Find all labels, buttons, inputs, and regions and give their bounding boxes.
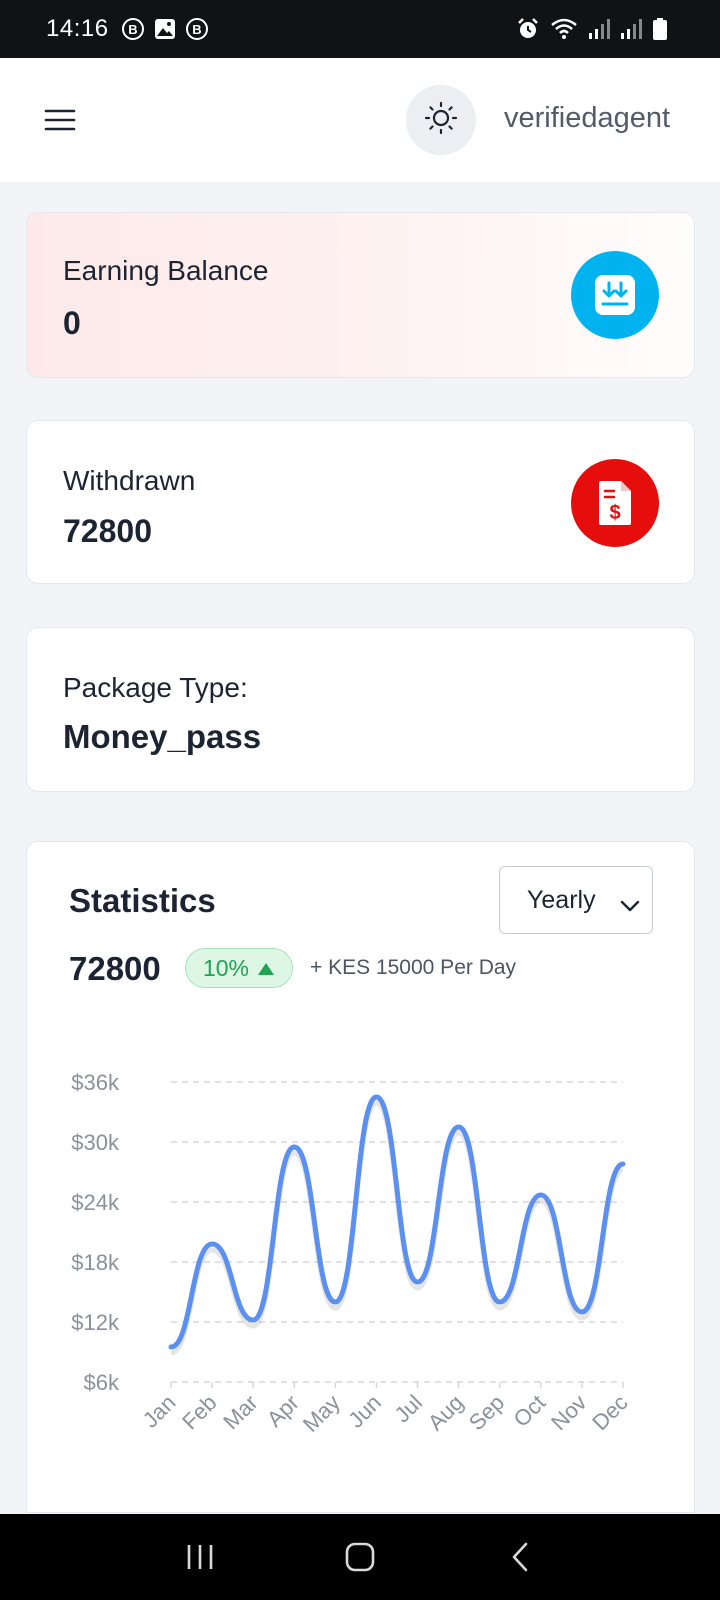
data-point [415, 1279, 421, 1285]
withdrawn-card: Withdrawn 72800 $ [26, 420, 695, 584]
svg-text:$: $ [609, 502, 620, 524]
x-tick-label: Jun [343, 1390, 386, 1433]
x-tick-label: Feb [177, 1390, 221, 1434]
x-tick-label: Jan [138, 1390, 181, 1433]
y-tick-label: $12k [71, 1310, 120, 1335]
battery-icon [652, 17, 668, 41]
alarm-icon [516, 17, 540, 41]
data-point [373, 1094, 379, 1100]
b-badge-icon: B [121, 17, 145, 41]
package-type-card: Package Type: Money_pass [26, 627, 695, 792]
status-time: 14:16 [46, 15, 109, 42]
x-tick-label: Dec [587, 1390, 632, 1435]
withdrawn-label: Withdrawn [63, 465, 196, 496]
signal-icon [588, 17, 610, 41]
data-point [291, 1144, 297, 1150]
y-tick-label: $36k [71, 1070, 120, 1095]
earning-balance-value: 0 [63, 305, 81, 341]
y-tick-label: $18k [71, 1250, 120, 1275]
sun-icon [424, 101, 458, 140]
app-header: verifiedagent [0, 58, 720, 182]
y-tick-label: $24k [71, 1190, 120, 1215]
system-nav-bar [0, 1514, 720, 1600]
data-point [456, 1124, 462, 1130]
recent-apps-icon[interactable] [170, 1527, 230, 1587]
data-point [168, 1344, 174, 1350]
menu-icon[interactable] [44, 105, 76, 135]
username[interactable]: verifiedagent [504, 102, 670, 135]
data-point [250, 1317, 256, 1323]
status-bar: 14:16 B B [0, 0, 720, 58]
x-tick-label: Nov [546, 1390, 591, 1435]
package-type-label: Package Type: [63, 672, 248, 703]
gallery-icon [153, 17, 177, 41]
x-tick-label: Sep [464, 1390, 509, 1435]
home-icon[interactable] [330, 1527, 390, 1587]
statistics-chart: $6k$12k$18k$24k$30k$36kJanFebMar AprMayJu… [71, 1070, 632, 1437]
wifi-icon [550, 17, 578, 41]
svg-text:B: B [192, 22, 201, 37]
data-point [538, 1192, 544, 1198]
y-tick-label: $30k [71, 1130, 120, 1155]
data-point [497, 1299, 503, 1305]
x-tick-label: Mar [218, 1390, 262, 1434]
signal-icon [620, 17, 642, 41]
x-tick-label: Aug [423, 1390, 468, 1435]
data-point [209, 1241, 215, 1247]
x-tick-label: Apr [262, 1390, 304, 1432]
b-badge-icon: B [185, 17, 209, 41]
theme-toggle-button[interactable] [406, 85, 476, 155]
withdrawn-value: 72800 [63, 513, 152, 549]
x-tick-label: Jul [390, 1390, 428, 1428]
data-point [332, 1299, 338, 1305]
package-type-value: Money_pass [63, 718, 262, 755]
x-tick-label: May [298, 1390, 345, 1437]
back-icon[interactable] [490, 1527, 550, 1587]
earning-balance-label: Earning Balance [63, 255, 269, 286]
earning-balance-card: Earning Balance 0 [26, 212, 695, 378]
y-tick-label: $6k [84, 1370, 120, 1395]
x-tick-label: Oct [508, 1390, 550, 1432]
data-point [579, 1309, 585, 1315]
statistics-card: Statistics Yearly 72800 10% + KES 15000 … [26, 841, 695, 1513]
download-icon [571, 251, 659, 339]
svg-text:B: B [128, 22, 137, 37]
data-point [620, 1161, 626, 1167]
invoice-dollar-icon: $ [571, 459, 659, 547]
